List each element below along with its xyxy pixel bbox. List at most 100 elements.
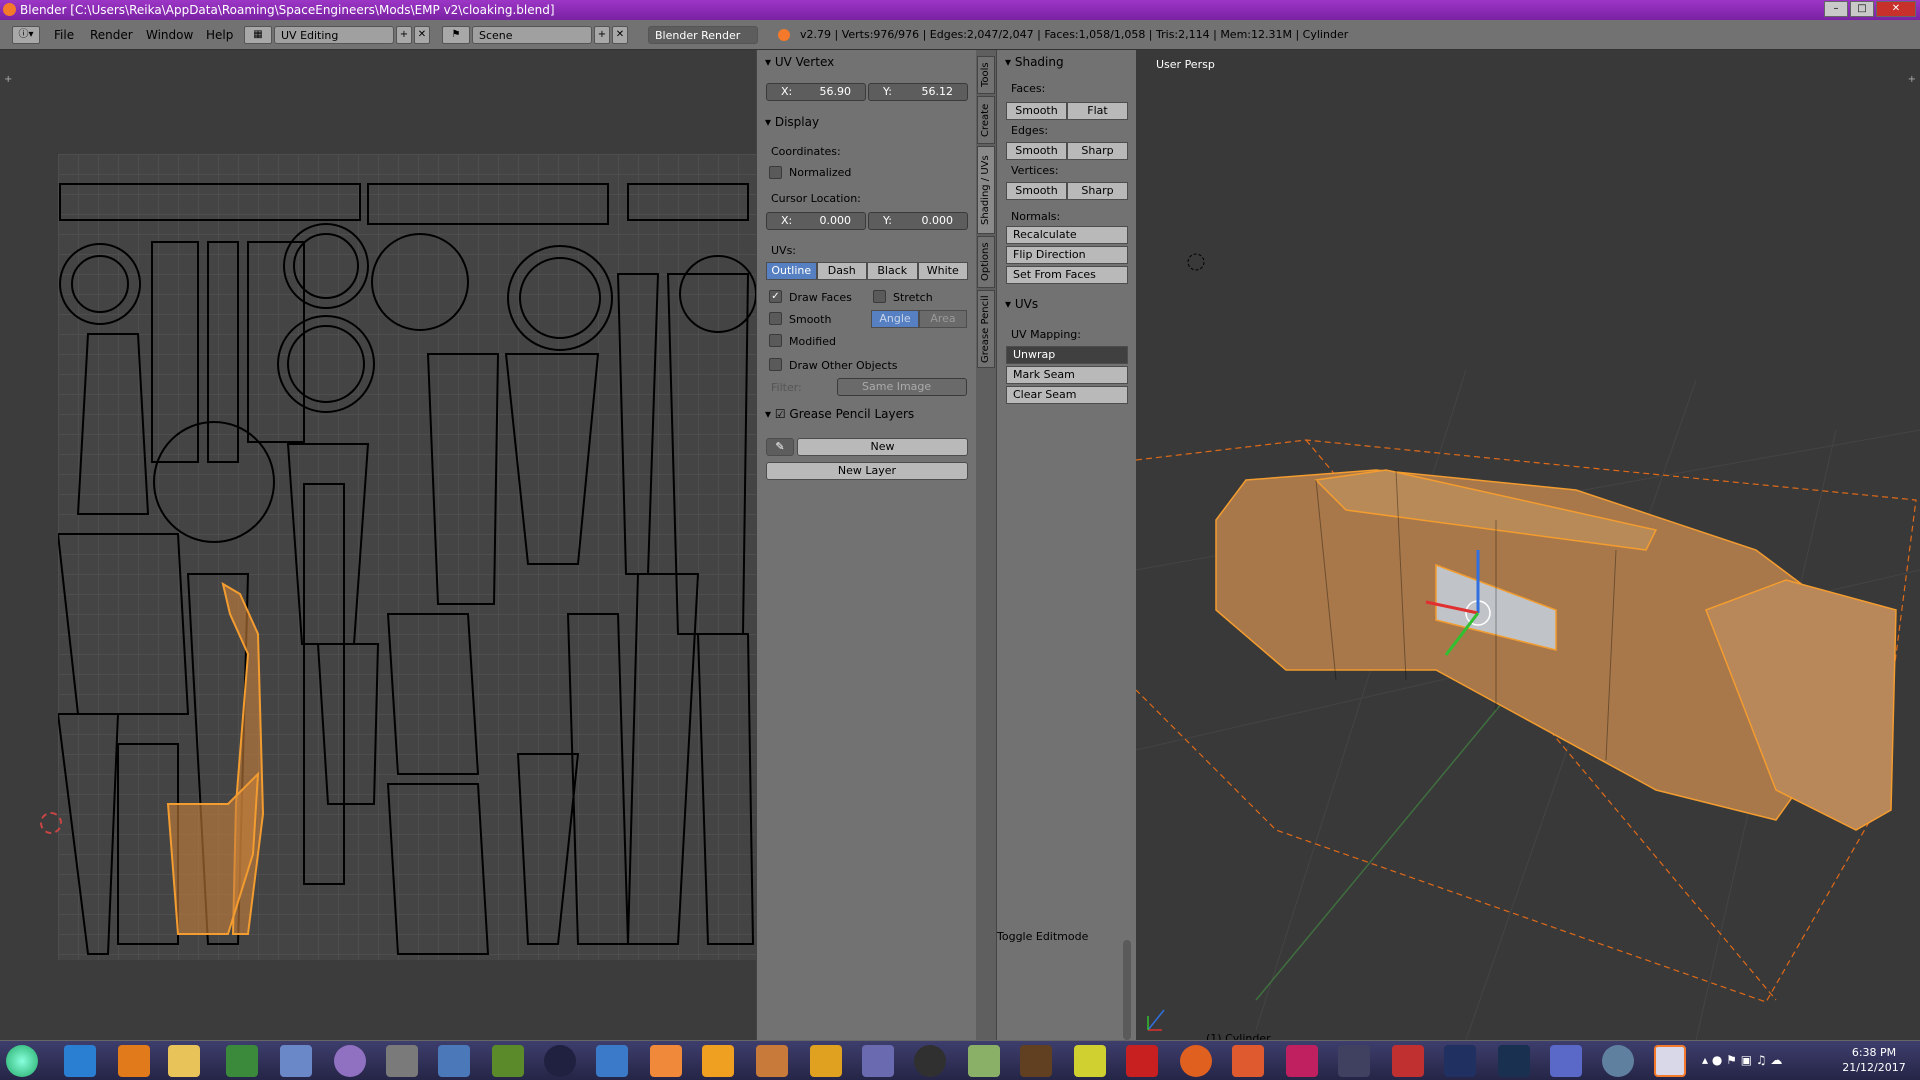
steam-icon[interactable] bbox=[1498, 1045, 1530, 1077]
2d-cursor-icon[interactable] bbox=[40, 812, 62, 834]
app-icon-12[interactable] bbox=[810, 1045, 842, 1077]
faces-flat-button[interactable]: Flat bbox=[1067, 102, 1128, 120]
app-icon-4[interactable] bbox=[386, 1045, 418, 1077]
modified-checkbox[interactable] bbox=[769, 334, 782, 347]
uv-vertex-x-field[interactable]: X: 56.90 bbox=[766, 83, 866, 101]
media-player-icon[interactable] bbox=[118, 1045, 150, 1077]
menu-file[interactable]: File bbox=[54, 26, 74, 44]
layout-grid-icon[interactable]: ▦ bbox=[244, 26, 272, 44]
menu-window[interactable]: Window bbox=[146, 26, 193, 44]
start-button-icon[interactable] bbox=[6, 1045, 38, 1077]
discord-icon[interactable] bbox=[1550, 1045, 1582, 1077]
tab-create[interactable]: Create bbox=[977, 96, 995, 144]
app-icon-5[interactable] bbox=[438, 1045, 470, 1077]
app-icon-9[interactable] bbox=[650, 1045, 682, 1077]
draw-other-objects-checkbox[interactable] bbox=[769, 358, 782, 371]
add-layout-icon[interactable]: + bbox=[396, 26, 412, 44]
vertices-sharp-button[interactable]: Sharp bbox=[1067, 182, 1128, 200]
tab-shading-uvs[interactable]: Shading / UVs bbox=[977, 146, 995, 234]
remove-scene-icon[interactable]: ✕ bbox=[612, 26, 628, 44]
flip-direction-button[interactable]: Flip Direction bbox=[1006, 246, 1128, 264]
app-icon-15[interactable] bbox=[968, 1045, 1000, 1077]
grease-pencil-header[interactable]: ▾ ☑ Grease Pencil Layers bbox=[765, 406, 914, 422]
3d-viewport[interactable]: User Persp + (1) Cylinder bbox=[1136, 50, 1920, 1040]
app-icon-17[interactable] bbox=[1074, 1045, 1106, 1077]
taskbar-clock[interactable]: 6:38 PM 21/12/2017 bbox=[1834, 1045, 1914, 1075]
ie-icon[interactable] bbox=[64, 1045, 96, 1077]
explorer-icon[interactable] bbox=[168, 1045, 200, 1077]
display-header[interactable]: ▾ Display bbox=[765, 114, 819, 130]
app-icon-13[interactable] bbox=[862, 1045, 894, 1077]
new-grease-button[interactable]: New bbox=[797, 438, 968, 456]
clear-seam-button[interactable]: Clear Seam bbox=[1006, 386, 1128, 404]
area-button[interactable]: Area bbox=[919, 310, 967, 328]
outline-button[interactable]: Outline bbox=[766, 262, 817, 280]
angle-button[interactable]: Angle bbox=[871, 310, 919, 328]
add-scene-icon[interactable]: + bbox=[594, 26, 610, 44]
filter-select[interactable]: Same Image bbox=[837, 378, 967, 396]
remove-layout-icon[interactable]: ✕ bbox=[414, 26, 430, 44]
region-toggle-icon[interactable]: + bbox=[4, 74, 12, 85]
app-icon-11[interactable] bbox=[756, 1045, 788, 1077]
uv-image-editor[interactable]: + bbox=[0, 50, 756, 1040]
vertices-smooth-button[interactable]: Smooth bbox=[1006, 182, 1067, 200]
tab-grease-pencil[interactable]: Grease Pencil bbox=[977, 290, 995, 368]
set-from-faces-button[interactable]: Set From Faces bbox=[1006, 266, 1128, 284]
app-icon-3[interactable] bbox=[334, 1045, 366, 1077]
dash-button[interactable]: Dash bbox=[816, 262, 867, 280]
close-button[interactable]: ✕ bbox=[1876, 1, 1916, 17]
uv-vertex-y-field[interactable]: Y: 56.12 bbox=[868, 83, 968, 101]
app-icon-2[interactable] bbox=[280, 1045, 312, 1077]
info-editor-icon[interactable]: ⓘ▾ bbox=[12, 26, 40, 44]
recalculate-button[interactable]: Recalculate bbox=[1006, 226, 1128, 244]
app-icon-16[interactable] bbox=[1020, 1045, 1052, 1077]
white-button[interactable]: White bbox=[917, 262, 968, 280]
maximize-button[interactable]: □ bbox=[1850, 1, 1874, 17]
app-icon-18[interactable] bbox=[1232, 1045, 1264, 1077]
smooth-checkbox[interactable] bbox=[769, 312, 782, 325]
render-engine-select[interactable]: Blender Render bbox=[648, 26, 758, 44]
app-icon-20[interactable] bbox=[1392, 1045, 1424, 1077]
menu-render[interactable]: Render bbox=[90, 26, 133, 44]
toggle-editmode-label[interactable]: Toggle Editmode bbox=[997, 930, 1088, 943]
system-tray[interactable]: ▴ ● ⚑ ▣ ♫ ☁ bbox=[1702, 1053, 1822, 1069]
uv-vertex-header[interactable]: ▾ UV Vertex bbox=[765, 54, 834, 70]
stretch-checkbox[interactable] bbox=[873, 290, 886, 303]
app-icon-7[interactable] bbox=[544, 1045, 576, 1077]
app-icon-10[interactable] bbox=[702, 1045, 734, 1077]
draw-faces-checkbox[interactable]: ✓ bbox=[769, 290, 782, 303]
uvs-header[interactable]: ▾ UVs bbox=[1005, 296, 1038, 312]
uv-layout-canvas[interactable] bbox=[58, 154, 756, 960]
faces-smooth-button[interactable]: Smooth bbox=[1006, 102, 1067, 120]
menu-help[interactable]: Help bbox=[206, 26, 233, 44]
grease-pencil-icon[interactable]: ✎ bbox=[766, 438, 794, 456]
edges-sharp-button[interactable]: Sharp bbox=[1067, 142, 1128, 160]
black-button[interactable]: Black bbox=[867, 262, 918, 280]
shading-header[interactable]: ▾ Shading bbox=[1005, 54, 1064, 70]
scene-icon[interactable]: ⚑ bbox=[442, 26, 470, 44]
tool-shelf-scrollbar[interactable] bbox=[1123, 940, 1131, 1040]
filezilla-icon[interactable] bbox=[1126, 1045, 1158, 1077]
app-icon-8[interactable] bbox=[596, 1045, 628, 1077]
app-icon-19[interactable] bbox=[1286, 1045, 1318, 1077]
app-icon-14[interactable] bbox=[914, 1045, 946, 1077]
edges-smooth-button[interactable]: Smooth bbox=[1006, 142, 1067, 160]
layout-selector[interactable]: UV Editing bbox=[274, 26, 394, 44]
unwrap-menu[interactable]: Unwrap bbox=[1006, 346, 1128, 364]
normalized-checkbox[interactable] bbox=[769, 166, 782, 179]
scene-selector[interactable]: Scene bbox=[472, 26, 592, 44]
app-icon-21[interactable] bbox=[1444, 1045, 1476, 1077]
app-icon-22[interactable] bbox=[1602, 1045, 1634, 1077]
blender-taskbar-icon[interactable] bbox=[1654, 1045, 1686, 1077]
cursor-y-field[interactable]: Y: 0.000 bbox=[868, 212, 968, 230]
minimize-button[interactable]: – bbox=[1824, 1, 1848, 17]
app-icon-6[interactable] bbox=[492, 1045, 524, 1077]
app-icon-1[interactable] bbox=[226, 1045, 258, 1077]
tab-tools[interactable]: Tools bbox=[977, 56, 995, 94]
firefox-icon[interactable] bbox=[1180, 1045, 1212, 1077]
cursor-x-field[interactable]: X: 0.000 bbox=[766, 212, 866, 230]
tab-options[interactable]: Options bbox=[977, 236, 995, 288]
mark-seam-button[interactable]: Mark Seam bbox=[1006, 366, 1128, 384]
space-engine-icon[interactable] bbox=[1338, 1045, 1370, 1077]
new-layer-button[interactable]: New Layer bbox=[766, 462, 968, 480]
